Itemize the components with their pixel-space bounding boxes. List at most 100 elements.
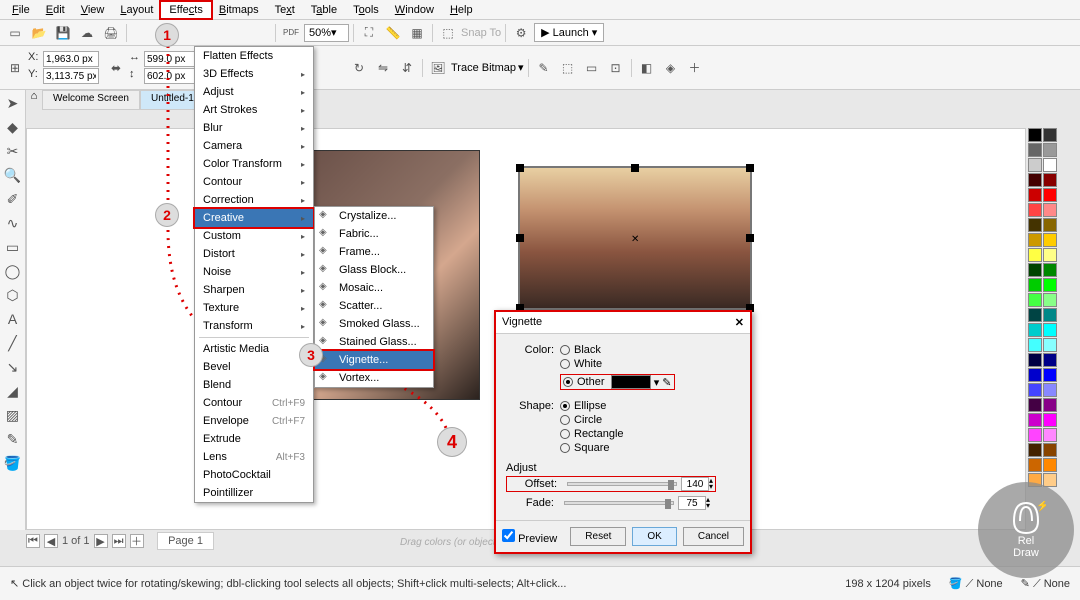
swatch[interactable] [1043,233,1057,247]
swatch[interactable] [1028,218,1042,232]
menu-item-transform[interactable]: Transform▸ [195,317,313,335]
radio-white[interactable] [560,359,570,369]
menu-item-texture[interactable]: Texture▸ [195,299,313,317]
y-field[interactable] [43,68,99,84]
color-swatch[interactable] [611,375,651,389]
menu-item-camera[interactable]: Camera▸ [195,137,313,155]
wrap-icon[interactable]: ◧ [636,57,658,79]
menu-table[interactable]: Table [303,2,345,18]
edit-bitmap-icon[interactable]: ✎ [533,57,555,79]
menu-item-sharpen[interactable]: Sharpen▸ [195,281,313,299]
crop-tool-icon[interactable]: ✂ [4,142,22,160]
shape-tool-icon[interactable]: ◆ [4,118,22,136]
menu-layout[interactable]: Layout [112,2,161,18]
swatch[interactable] [1043,443,1057,457]
menu-bitmaps[interactable]: Bitmaps [211,2,267,18]
swatch[interactable] [1043,278,1057,292]
preview-checkbox[interactable] [502,529,515,542]
menu-item-bevel[interactable]: Bevel [195,358,313,376]
menu-item-extrude[interactable]: Extrude [195,430,313,448]
open-icon[interactable]: 📂 [28,22,50,44]
swatch[interactable] [1028,188,1042,202]
radio-other[interactable] [563,377,573,387]
swatch[interactable] [1043,293,1057,307]
launch-button[interactable]: ▶ Launch ▾ [534,23,604,42]
menu-item-photococktail[interactable]: PhotoCocktail [195,466,313,484]
menu-view[interactable]: View [73,2,113,18]
menu-item-custom[interactable]: Custom▸ [195,227,313,245]
menu-item-envelope[interactable]: EnvelopeCtrl+F7 [195,412,313,430]
swatch[interactable] [1043,473,1057,487]
swatch[interactable] [1043,383,1057,397]
menu-item-creative[interactable]: Creative▸ [195,209,313,227]
cancel-button[interactable]: Cancel [683,527,744,546]
swatch[interactable] [1043,248,1057,262]
swatch[interactable] [1043,428,1057,442]
submenu-vignette-[interactable]: ◈Vignette... [315,351,433,369]
swatch[interactable] [1028,413,1042,427]
swatch[interactable] [1028,443,1042,457]
swatch[interactable] [1043,173,1057,187]
zoom-tool-icon[interactable]: 🔍 [4,166,22,184]
swatch[interactable] [1028,278,1042,292]
zoom-combo[interactable]: 50% ▾ [304,24,349,42]
submenu-smoked-glass-[interactable]: ◈Smoked Glass... [315,315,433,333]
dimension-tool-icon[interactable]: ╱ [4,334,22,352]
menu-effects[interactable]: Effects [161,2,210,18]
x-field[interactable] [43,51,99,67]
swatch[interactable] [1028,458,1042,472]
swatch[interactable] [1043,353,1057,367]
swatch[interactable] [1028,398,1042,412]
tab-welcome[interactable]: Welcome Screen [42,90,140,110]
reset-button[interactable]: Reset [570,527,626,546]
plus-icon[interactable]: ＋ [684,57,706,79]
pdf-icon[interactable]: PDF [280,22,302,44]
new-icon[interactable]: ▭ [4,22,26,44]
page-next-icon[interactable]: ▶ [94,534,108,548]
menu-item-art-strokes[interactable]: Art Strokes▸ [195,101,313,119]
rotate-icon[interactable]: ↻ [348,57,370,79]
swatch[interactable] [1028,248,1042,262]
submenu-fabric-[interactable]: ◈Fabric... [315,225,433,243]
swatch[interactable] [1043,323,1057,337]
resample-icon[interactable]: ▭ [581,57,603,79]
flip-v-icon[interactable]: ⇵ [396,57,418,79]
swatch[interactable] [1028,338,1042,352]
print-icon[interactable]: 🖨 [100,22,122,44]
eyedropper-tool-icon[interactable]: ✎ [4,430,22,448]
ruler-icon[interactable]: 📏 [382,22,404,44]
swatch[interactable] [1028,143,1042,157]
w-field[interactable] [144,51,200,67]
menu-item-blend[interactable]: Blend [195,376,313,394]
swatch[interactable] [1028,368,1042,382]
radio-ellipse[interactable] [560,401,570,411]
menu-item-artistic-media[interactable]: Artistic Media [195,340,313,358]
menu-tools[interactable]: Tools [345,2,387,18]
fullscreen-icon[interactable]: ⛶ [358,22,380,44]
swatch[interactable] [1028,308,1042,322]
menu-edit[interactable]: Edit [38,2,73,18]
swatch[interactable] [1028,173,1042,187]
menu-item-3d-effects[interactable]: 3D Effects▸ [195,65,313,83]
ellipse-tool-icon[interactable]: ◯ [4,262,22,280]
freehand-tool-icon[interactable]: ✐ [4,190,22,208]
swatch[interactable] [1028,128,1042,142]
home-icon[interactable]: ⌂ [26,90,42,110]
swatch[interactable] [1028,158,1042,172]
submenu-crystalize-[interactable]: ◈Crystalize... [315,207,433,225]
h-field[interactable] [144,68,200,84]
swatch[interactable] [1043,263,1057,277]
menu-item-contour[interactable]: ContourCtrl+F9 [195,394,313,412]
page-last-icon[interactable]: ⏭ [112,534,126,548]
snap-label[interactable]: Snap To [461,27,501,39]
swatch[interactable] [1028,428,1042,442]
swatch[interactable] [1028,353,1042,367]
menu-item-flatten-effects[interactable]: Flatten Effects [195,47,313,65]
fade-field[interactable] [678,496,706,510]
menu-item-distort[interactable]: Distort▸ [195,245,313,263]
menu-text[interactable]: Text [267,2,303,18]
swatch[interactable] [1043,368,1057,382]
submenu-stained-glass-[interactable]: ◈Stained Glass... [315,333,433,351]
convert-icon[interactable]: ◈ [660,57,682,79]
grid-icon[interactable]: ▦ [406,22,428,44]
